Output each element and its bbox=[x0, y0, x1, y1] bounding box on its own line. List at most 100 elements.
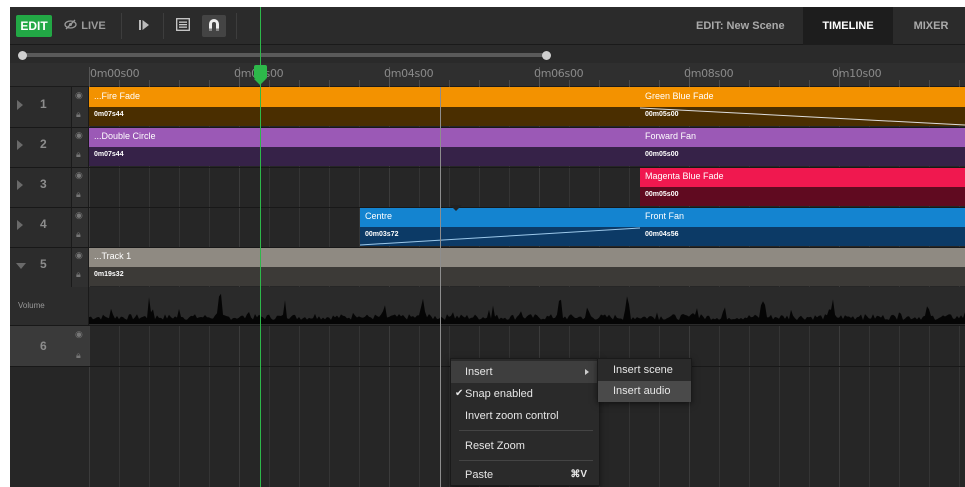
clip-fade-bar bbox=[640, 227, 965, 246]
ruler-label: 0m04s00 bbox=[384, 67, 434, 80]
menu-item-invert-zoom[interactable]: Invert zoom control bbox=[451, 405, 599, 427]
clip-centre[interactable]: Centre 00m03s72 bbox=[360, 207, 640, 247]
menu-item-insert-audio[interactable]: Insert audio bbox=[598, 381, 691, 402]
menu-item-insert-scene[interactable]: Insert scene bbox=[598, 360, 691, 381]
clip-fire-fade[interactable]: ...Fire Fade 0m07s44 bbox=[89, 87, 640, 127]
clip-name: ...Track 1 bbox=[94, 251, 132, 261]
magnet-icon bbox=[207, 18, 221, 35]
list-view-button[interactable] bbox=[172, 15, 194, 37]
tab-mixer[interactable]: MIXER bbox=[898, 7, 964, 45]
ruler-minor-tick bbox=[479, 80, 480, 87]
row-divider bbox=[10, 325, 965, 326]
toolbar-divider bbox=[163, 13, 164, 39]
menu-divider bbox=[459, 430, 593, 431]
expand-arrow-icon[interactable] bbox=[17, 140, 23, 150]
clip-magenta-blue-fade[interactable]: Magenta Blue Fade 00m05s00 bbox=[640, 167, 965, 207]
tab-timeline[interactable]: TIMELINE bbox=[803, 7, 893, 45]
ruler-minor-tick bbox=[179, 80, 180, 87]
menu-item-snap-enabled[interactable]: ✔ Snap enabled bbox=[451, 383, 599, 405]
expand-arrow-icon[interactable] bbox=[17, 180, 23, 190]
clip-duration: 0m07s44 bbox=[94, 111, 124, 118]
menu-item-label: Insert bbox=[465, 366, 493, 378]
ruler-minor-tick bbox=[419, 80, 420, 87]
cursor-line bbox=[440, 87, 441, 487]
clip-front-fan[interactable]: Front Fan 00m04s56 bbox=[640, 207, 965, 247]
expand-arrow-icon[interactable] bbox=[17, 100, 23, 110]
track-header-3[interactable]: 3 bbox=[10, 167, 72, 207]
menu-item-insert[interactable]: Insert bbox=[451, 361, 599, 383]
track-header-4[interactable]: 4 bbox=[10, 207, 72, 247]
clip-forward-fan[interactable]: Forward Fan 00m05s00 bbox=[640, 127, 965, 167]
visibility-eye-icon[interactable]: ◉ bbox=[75, 90, 83, 101]
clip-duration: 00m03s72 bbox=[365, 231, 399, 238]
visibility-eye-icon[interactable]: ◉ bbox=[75, 170, 83, 181]
menu-item-paste[interactable]: Paste ⌘V bbox=[451, 464, 599, 486]
lock-icon[interactable]: 🔒︎ bbox=[76, 229, 81, 240]
menu-item-reset-zoom[interactable]: Reset Zoom bbox=[451, 435, 599, 457]
lock-icon[interactable]: 🔒︎ bbox=[76, 109, 81, 120]
snap-magnet-button[interactable] bbox=[202, 15, 226, 37]
edit-mode-button[interactable]: EDIT bbox=[16, 15, 52, 37]
clip-double-circle[interactable]: ...Double Circle 0m07s44 bbox=[89, 127, 640, 167]
clip-bar bbox=[89, 127, 640, 147]
scrollbar-start-handle[interactable] bbox=[18, 51, 27, 60]
live-mode-button[interactable]: LIVE bbox=[56, 15, 114, 37]
track-header-1[interactable]: 1 bbox=[10, 87, 72, 127]
clip-name: Centre bbox=[365, 211, 393, 221]
track-header-2[interactable]: 2 bbox=[10, 127, 72, 167]
clip-green-blue-fade[interactable]: Green Blue Fade 00m05s00 bbox=[640, 87, 965, 127]
ruler-minor-tick bbox=[659, 80, 660, 87]
step-play-button[interactable] bbox=[132, 15, 156, 37]
ruler-minor-tick bbox=[719, 80, 720, 87]
track-header-6[interactable]: 6 bbox=[10, 326, 72, 366]
lock-icon[interactable]: 🔒︎ bbox=[76, 350, 81, 361]
track-number: 4 bbox=[40, 217, 47, 231]
marker-triangle-icon[interactable] bbox=[450, 205, 462, 211]
scrollbar-end-handle[interactable] bbox=[542, 51, 551, 60]
ruler-label: 0m10s00 bbox=[832, 67, 882, 80]
expand-arrow-icon[interactable] bbox=[17, 220, 23, 230]
audio-waveform[interactable] bbox=[89, 287, 965, 325]
ruler-minor-tick bbox=[449, 80, 450, 87]
menu-item-label: Reset Zoom bbox=[465, 440, 525, 452]
visibility-eye-icon[interactable]: ◉ bbox=[75, 329, 83, 340]
row-divider bbox=[10, 247, 965, 248]
checkmark-icon: ✔ bbox=[455, 388, 464, 399]
track-controls-1: ◉ 🔒︎ bbox=[72, 87, 89, 127]
visibility-eye-icon[interactable]: ◉ bbox=[75, 250, 83, 261]
submenu-arrow-icon bbox=[585, 369, 589, 375]
scrollbar-track[interactable] bbox=[22, 53, 548, 57]
visibility-eye-icon[interactable]: ◉ bbox=[75, 210, 83, 221]
track-header-5[interactable]: 5 bbox=[10, 247, 72, 287]
ruler-minor-tick bbox=[149, 80, 150, 87]
scene-title: EDIT: New Scene bbox=[696, 20, 785, 32]
ruler-minor-tick bbox=[209, 80, 210, 87]
clip-name: Forward Fan bbox=[645, 131, 697, 141]
clip-bar bbox=[360, 207, 640, 227]
ruler-minor-tick bbox=[599, 80, 600, 87]
playhead-handle[interactable] bbox=[254, 65, 267, 85]
ruler-minor-tick bbox=[119, 80, 120, 87]
horizontal-scrollbar[interactable] bbox=[10, 45, 965, 63]
collapse-arrow-icon[interactable] bbox=[16, 263, 26, 269]
visibility-eye-icon[interactable]: ◉ bbox=[75, 130, 83, 141]
lock-icon[interactable]: 🔒︎ bbox=[76, 269, 81, 280]
ruler-minor-tick bbox=[269, 80, 270, 87]
track-number: 1 bbox=[40, 97, 47, 111]
waveform-graph bbox=[89, 293, 965, 324]
clip-name: ...Fire Fade bbox=[94, 91, 141, 101]
ruler-minor-tick bbox=[809, 80, 810, 87]
ruler-minor-tick bbox=[899, 80, 900, 87]
menu-item-label: Paste bbox=[465, 469, 494, 481]
menu-divider bbox=[459, 460, 593, 461]
row-divider bbox=[10, 207, 965, 208]
lock-icon[interactable]: 🔒︎ bbox=[76, 149, 81, 160]
time-ruler[interactable]: 0m00s00 0m02s00 0m04s00 0m06s00 0m08s00 … bbox=[10, 63, 965, 87]
row-divider bbox=[10, 127, 965, 128]
track-controls-6: ◉ 🔒︎ bbox=[72, 326, 89, 366]
lock-icon[interactable]: 🔒︎ bbox=[76, 189, 81, 200]
toolbar-divider bbox=[236, 13, 237, 39]
clip-name: Green Blue Fade bbox=[645, 91, 714, 101]
clip-audio-track-1[interactable]: ...Track 1 0m19s32 bbox=[89, 247, 965, 287]
top-toolbar: EDIT LIVE EDIT: New Scene TIMELINE MIXER bbox=[10, 7, 965, 45]
